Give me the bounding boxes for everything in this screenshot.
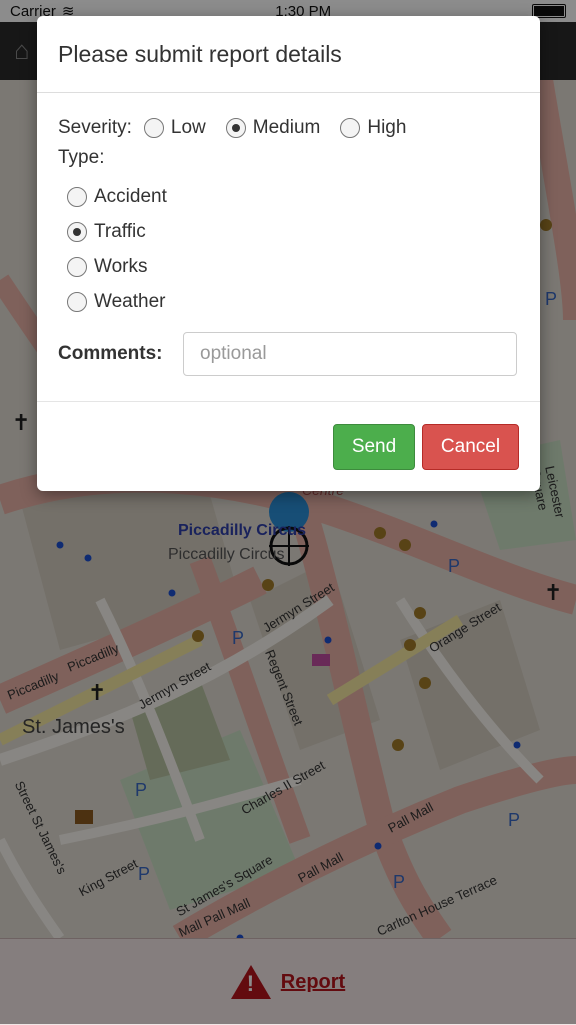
comments-row: Comments: <box>58 332 519 376</box>
comments-input[interactable] <box>183 332 517 376</box>
severity-high-radio[interactable] <box>340 118 361 138</box>
cancel-button[interactable]: Cancel <box>422 424 519 470</box>
severity-medium-radio[interactable] <box>225 118 246 138</box>
type-row: Type: <box>58 147 519 169</box>
comments-label: Comments: <box>58 343 163 364</box>
dialog-body: Severity: Low Medium High Type: Accident <box>37 93 540 402</box>
severity-option-medium[interactable]: Medium <box>225 117 320 139</box>
report-dialog: Please submit report details Severity: L… <box>37 16 540 491</box>
type-options: Accident Traffic Works Weather <box>67 179 519 319</box>
type-works-radio[interactable] <box>67 256 87 277</box>
send-button[interactable]: Send <box>333 424 415 470</box>
dialog-header: Please submit report details <box>37 16 540 93</box>
severity-option-low[interactable]: Low <box>143 117 206 139</box>
severity-option-high[interactable]: High <box>340 117 406 139</box>
dialog-footer: Send Cancel <box>37 401 540 492</box>
type-accident-radio[interactable] <box>67 186 87 207</box>
type-option-weather[interactable]: Weather <box>67 284 519 319</box>
type-label: Type: <box>58 147 105 168</box>
type-option-works[interactable]: Works <box>67 249 519 284</box>
severity-row: Severity: Low Medium High <box>58 117 519 139</box>
type-option-traffic[interactable]: Traffic <box>67 214 519 249</box>
dialog-title: Please submit report details <box>58 40 342 67</box>
type-weather-radio[interactable] <box>67 291 87 312</box>
severity-label: Severity: <box>58 117 132 138</box>
severity-low-radio[interactable] <box>143 118 164 138</box>
type-option-accident[interactable]: Accident <box>67 179 519 214</box>
type-traffic-radio[interactable] <box>67 221 87 242</box>
